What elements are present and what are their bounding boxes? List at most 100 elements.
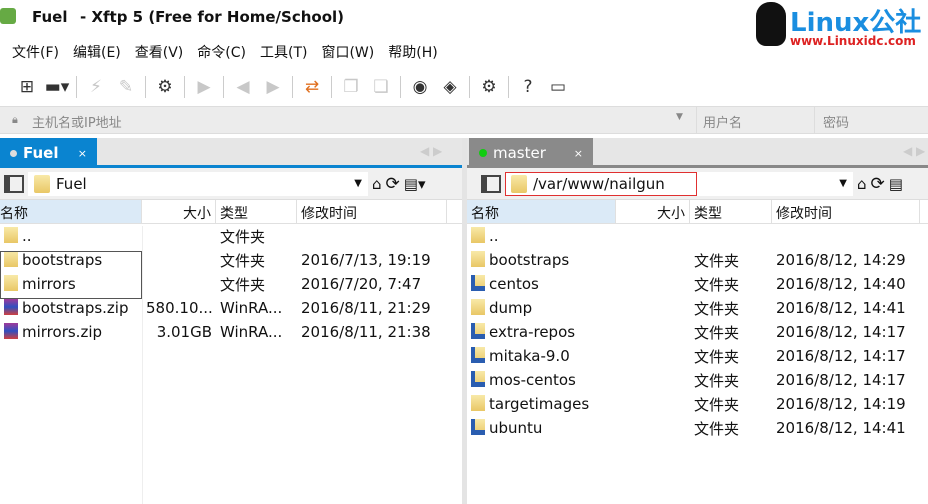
- type-text: 文件夹: [694, 275, 740, 294]
- tab-master[interactable]: master ×: [469, 138, 593, 168]
- open-folder-icon[interactable]: ▬▾: [45, 76, 70, 98]
- name-text: mos-centos: [489, 371, 576, 389]
- cell-type: 文件夹: [690, 394, 772, 415]
- menu-tools[interactable]: 工具(T): [260, 42, 307, 62]
- cell-type: 文件夹: [690, 250, 772, 271]
- cell-name: mitaka-9.0: [467, 347, 616, 365]
- copy-icon[interactable]: ❐: [340, 76, 362, 98]
- local-tab-strip: Fuel × ◀ ▶: [0, 138, 462, 168]
- help-icon[interactable]: ?: [517, 76, 539, 98]
- host-dropdown-icon[interactable]: ▼: [676, 112, 683, 122]
- cell-type: WinRA...: [216, 323, 297, 341]
- cell-modified: 2016/7/20, 7:47: [297, 275, 447, 293]
- cell-name: extra-repos: [467, 323, 616, 341]
- size-text: 580.10...: [146, 299, 213, 317]
- play-icon[interactable]: ▶: [193, 76, 215, 98]
- file-row[interactable]: mos-centos 文件夹 2016/8/12, 14:17: [467, 368, 928, 392]
- cell-name: ..: [0, 227, 142, 245]
- modified-text: 2016/8/12, 14:41: [776, 299, 906, 317]
- close-tab-icon[interactable]: ×: [78, 147, 87, 160]
- remote-tab-strip: master × ◀ ▶: [467, 138, 928, 168]
- cell-type: 文件夹: [690, 298, 772, 319]
- type-text: WinRA...: [220, 299, 283, 317]
- column-divider: [142, 226, 143, 504]
- folder-icon: [471, 299, 485, 315]
- new-session-icon[interactable]: ⊞: [16, 76, 38, 98]
- cell-type: 文件夹: [690, 322, 772, 343]
- cell-name: dump: [467, 299, 616, 317]
- host-input[interactable]: 主机名或IP地址: [32, 112, 682, 131]
- column-type[interactable]: 类型: [216, 200, 297, 223]
- sync-icon[interactable]: ⇄: [301, 76, 323, 98]
- connected-dot-icon: [479, 149, 487, 157]
- back-arrow-icon[interactable]: ◀: [232, 76, 254, 98]
- file-row[interactable]: extra-repos 文件夹 2016/8/12, 14:17: [467, 320, 928, 344]
- file-row[interactable]: targetimages 文件夹 2016/8/12, 14:19: [467, 392, 928, 416]
- path-dropdown-icon[interactable]: ▼: [354, 178, 362, 189]
- folder-icon: [471, 395, 485, 411]
- cell-size: 3.01GB: [142, 323, 216, 341]
- cell-modified: 2016/8/12, 14:29: [772, 251, 920, 269]
- password-input[interactable]: 密码: [814, 107, 928, 133]
- menu-view[interactable]: 查看(V): [135, 42, 184, 62]
- view-mode-icon[interactable]: ▤: [889, 175, 903, 193]
- menu-edit[interactable]: 编辑(E): [73, 42, 121, 62]
- file-row[interactable]: ..: [467, 224, 928, 248]
- column-name[interactable]: 名称: [0, 200, 142, 223]
- tab-label: master: [493, 144, 546, 162]
- toggle-tree-icon[interactable]: [4, 174, 24, 193]
- view-mode-icon[interactable]: ▤▾: [404, 175, 426, 193]
- file-row[interactable]: bootstraps 文件夹 2016/8/12, 14:29: [467, 248, 928, 272]
- file-row[interactable]: ubuntu 文件夹 2016/8/12, 14:41: [467, 416, 928, 440]
- type-text: WinRA...: [220, 323, 283, 341]
- refresh-icon[interactable]: ⟳: [871, 174, 885, 194]
- local-path-input[interactable]: Fuel ▼: [28, 171, 368, 196]
- tab-scroll-arrows-icon[interactable]: ◀ ▶: [903, 144, 925, 158]
- file-row[interactable]: .. 文件夹: [0, 224, 462, 248]
- options-gear-icon[interactable]: ⚙: [478, 76, 500, 98]
- feedback-icon[interactable]: ▭: [547, 76, 569, 98]
- folder-link-icon: [471, 275, 485, 291]
- close-tab-icon[interactable]: ×: [574, 147, 583, 160]
- modified-text: 2016/8/12, 14:19: [776, 395, 906, 413]
- menu-help[interactable]: 帮助(H): [388, 42, 437, 62]
- path-dropdown-icon[interactable]: ▼: [839, 178, 847, 189]
- column-modified[interactable]: 修改时间: [297, 200, 447, 223]
- cell-name: mos-centos: [467, 371, 616, 389]
- file-row[interactable]: mirrors.zip 3.01GB WinRA... 2016/8/11, 21:3…: [0, 320, 462, 344]
- remote-path-input[interactable]: /var/www/nailgun ▼: [505, 171, 853, 196]
- file-row[interactable]: bootstraps.zip 580.10... WinRA... 2016/8/11…: [0, 296, 462, 320]
- name-text: bootstraps.zip: [22, 299, 129, 317]
- disconnect-icon[interactable]: ✎: [115, 76, 137, 98]
- menu-window[interactable]: 窗口(W): [321, 42, 374, 62]
- connect-icon[interactable]: ⚡: [85, 76, 107, 98]
- cell-modified: 2016/8/12, 14:40: [772, 275, 920, 293]
- tab-scroll-arrows-icon[interactable]: ◀ ▶: [420, 144, 442, 158]
- column-size[interactable]: 大小: [616, 200, 690, 223]
- file-row[interactable]: mitaka-9.0 文件夹 2016/8/12, 14:17: [467, 344, 928, 368]
- type-text: 文件夹: [694, 323, 740, 342]
- tab-fuel[interactable]: Fuel ×: [0, 138, 97, 168]
- username-input[interactable]: 用户名: [696, 107, 814, 133]
- parent-folder-icon[interactable]: ⌂: [857, 175, 867, 193]
- parent-folder-icon[interactable]: ⌂: [372, 175, 382, 193]
- file-row[interactable]: centos 文件夹 2016/8/12, 14:40: [467, 272, 928, 296]
- session-settings-icon[interactable]: ⚙: [154, 76, 176, 98]
- menu-command[interactable]: 命令(C): [197, 42, 246, 62]
- type-text: 文件夹: [694, 347, 740, 366]
- xshell-icon[interactable]: ◉: [409, 76, 431, 98]
- cell-name: centos: [467, 275, 616, 293]
- paste-icon[interactable]: ❏: [370, 76, 392, 98]
- xftp-icon[interactable]: ◈: [439, 76, 461, 98]
- column-type[interactable]: 类型: [690, 200, 772, 223]
- size-text: 3.01GB: [156, 323, 212, 341]
- column-size[interactable]: 大小: [142, 200, 216, 223]
- column-modified[interactable]: 修改时间: [772, 200, 920, 223]
- refresh-icon[interactable]: ⟳: [386, 174, 400, 194]
- menu-file[interactable]: 文件(F): [12, 42, 59, 62]
- file-row[interactable]: dump 文件夹 2016/8/12, 14:41: [467, 296, 928, 320]
- modified-text: 2016/8/12, 14:41: [776, 419, 906, 437]
- toggle-tree-icon[interactable]: [481, 174, 501, 193]
- column-name[interactable]: 名称: [467, 200, 616, 223]
- forward-arrow-icon[interactable]: ▶: [262, 76, 284, 98]
